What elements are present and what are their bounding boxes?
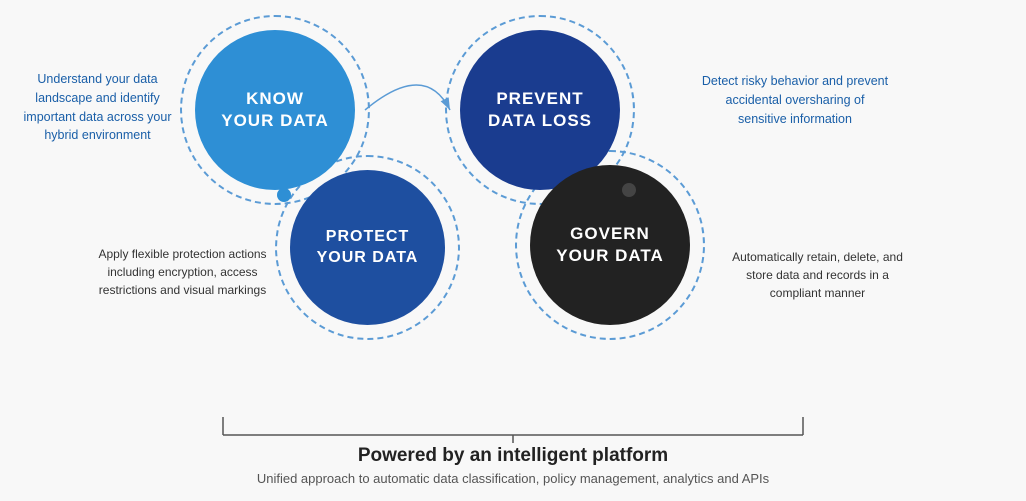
bottom-section: Powered by an intelligent platform Unifi… bbox=[0, 405, 1026, 501]
bottom-title: Powered by an intelligent platform bbox=[358, 445, 668, 467]
main-container: KNOW YOUR DATA PREVENT DATA LOSS PROTECT… bbox=[0, 0, 1026, 501]
circle-know: KNOW YOUR DATA bbox=[195, 30, 355, 190]
indicator-dot-blue bbox=[277, 188, 291, 202]
bottom-subtitle: Unified approach to automatic data class… bbox=[257, 471, 769, 486]
circle-prevent-line1: PREVENT bbox=[496, 88, 583, 110]
indicator-dot-dark bbox=[622, 183, 636, 197]
circle-govern: GOVERN YOUR DATA bbox=[530, 165, 690, 325]
annotation-know: Understand your data landscape and ident… bbox=[10, 70, 185, 145]
circle-prevent-line2: DATA LOSS bbox=[488, 110, 592, 132]
circle-protect-line2: YOUR DATA bbox=[317, 248, 419, 269]
annotation-protect: Apply flexible protection actions includ… bbox=[95, 245, 270, 299]
circle-know-line2: YOUR DATA bbox=[221, 110, 329, 132]
circle-govern-line2: YOUR DATA bbox=[556, 245, 664, 267]
circles-area: KNOW YOUR DATA PREVENT DATA LOSS PROTECT… bbox=[0, 0, 1026, 405]
circle-know-line1: KNOW bbox=[246, 88, 304, 110]
circle-protect: PROTECT YOUR DATA bbox=[290, 170, 445, 325]
circle-protect-line1: PROTECT bbox=[326, 227, 409, 248]
brace-svg bbox=[213, 415, 813, 445]
annotation-govern: Automatically retain, delete, and store … bbox=[730, 248, 905, 302]
circle-govern-line1: GOVERN bbox=[570, 223, 650, 245]
annotation-prevent: Detect risky behavior and prevent accide… bbox=[700, 72, 890, 128]
